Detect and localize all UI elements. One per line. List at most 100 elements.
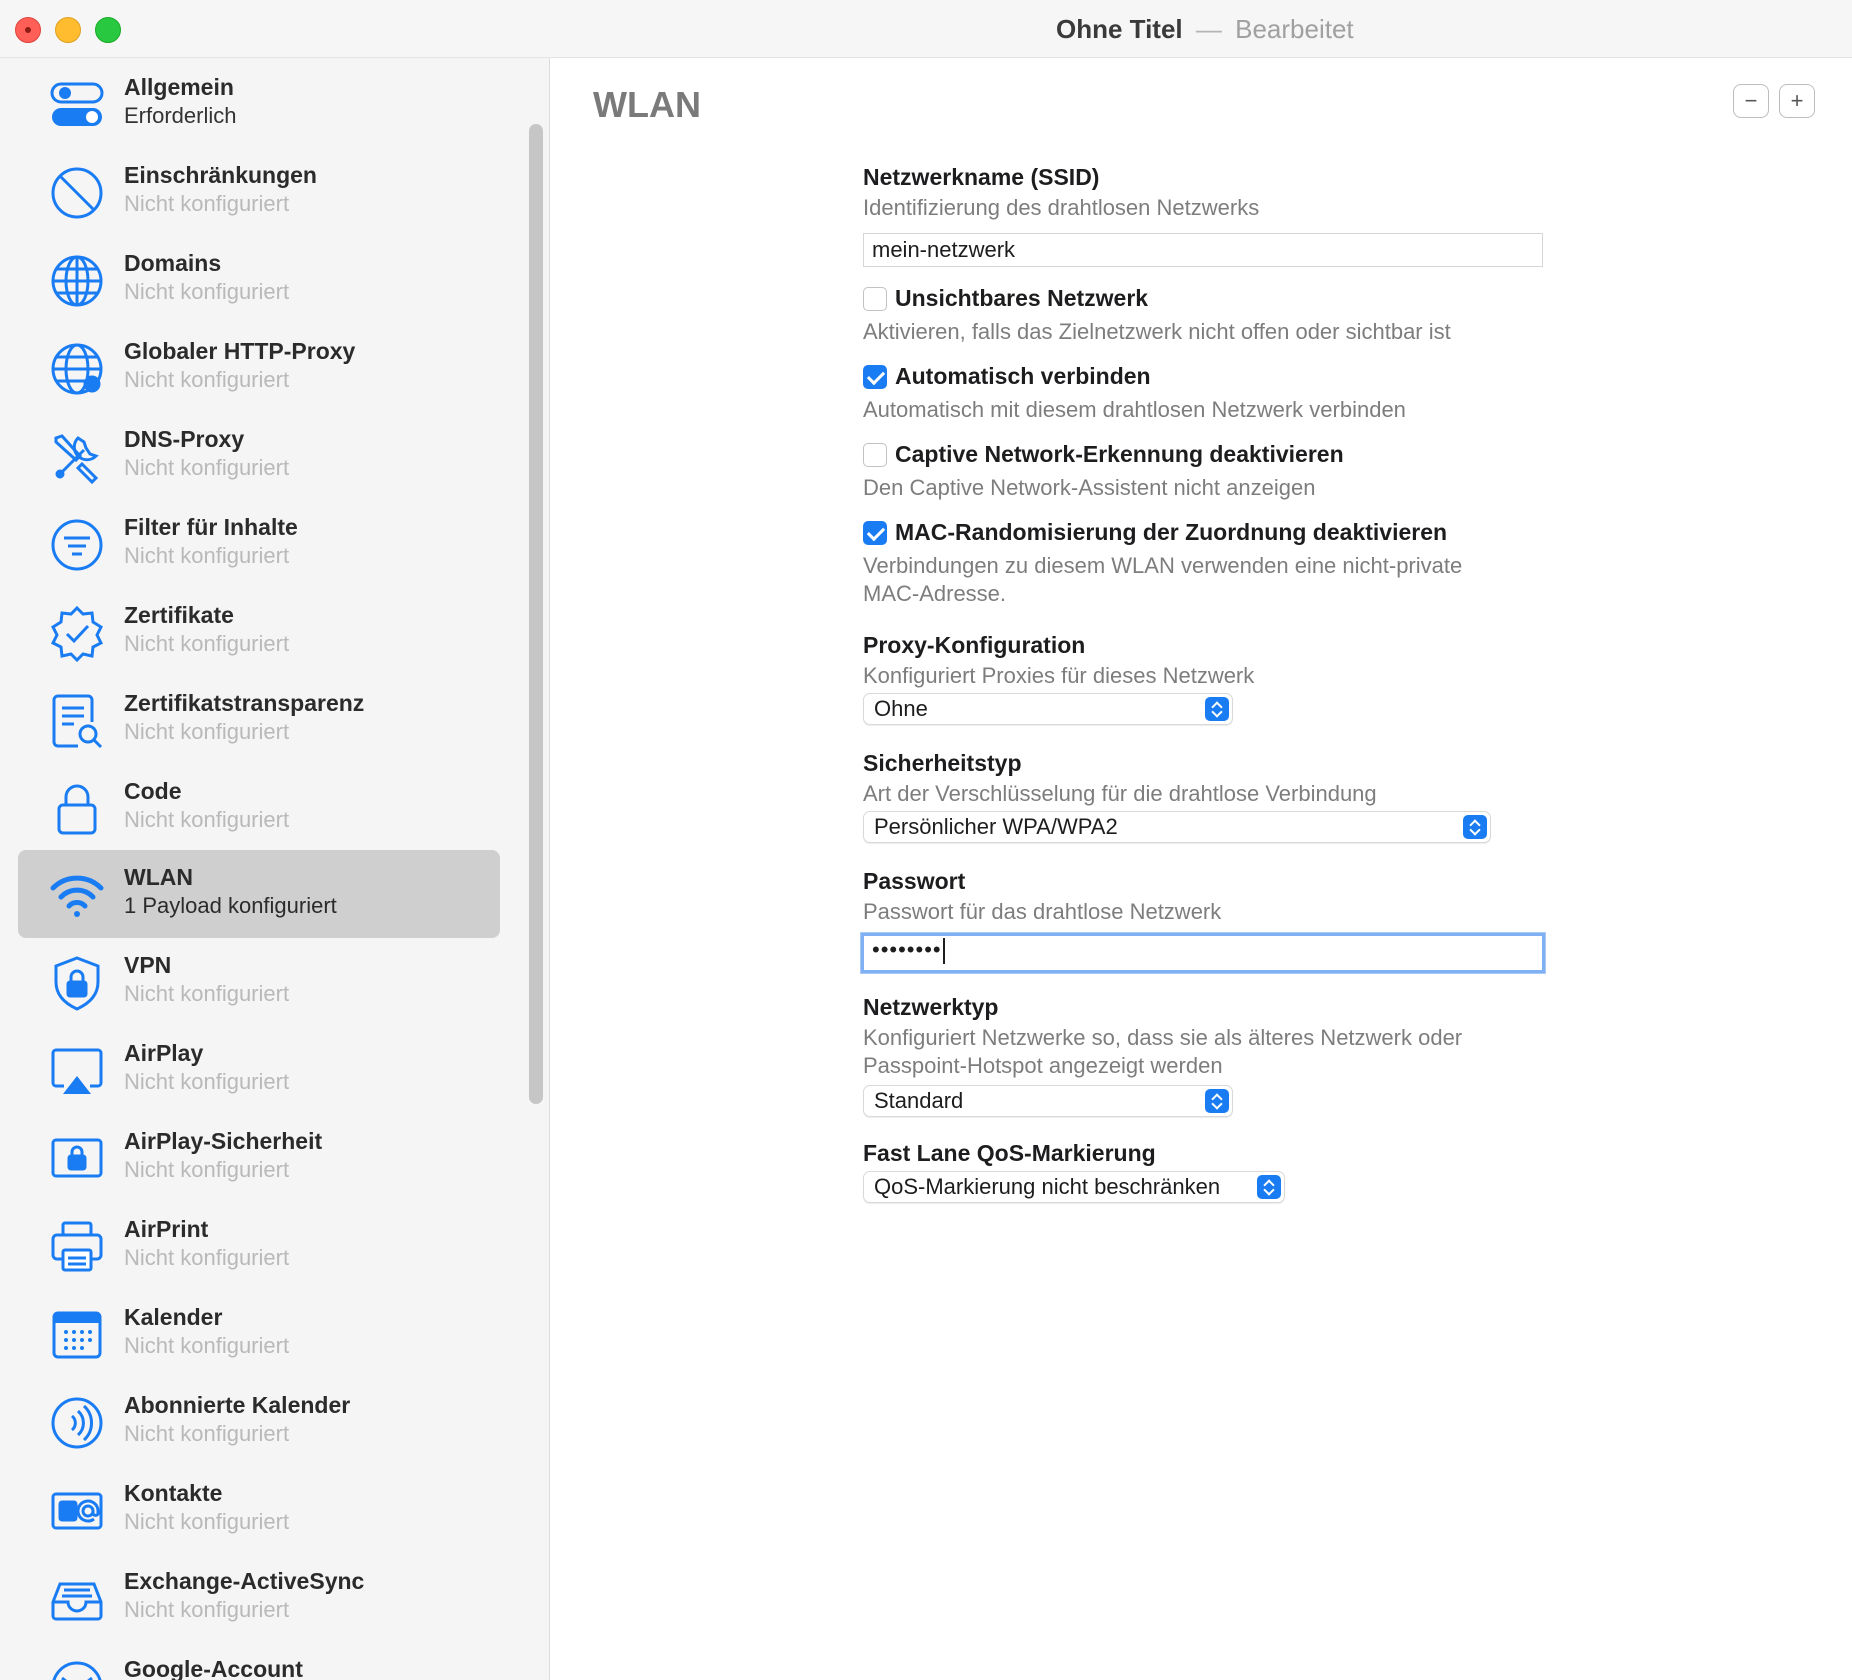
sidebar-item-label: Abonnierte Kalender bbox=[124, 1392, 351, 1418]
mac-randomization-label: MAC-Randomisierung der Zuordnung deaktiv… bbox=[895, 519, 1448, 545]
sidebar-item-label: DNS-Proxy bbox=[124, 426, 245, 452]
calendar-icon bbox=[48, 1306, 106, 1364]
security-type-description: Art der Verschlüsselung für die drahtlos… bbox=[863, 781, 1377, 806]
shield-lock-icon bbox=[48, 954, 106, 1012]
password-input[interactable]: •••••••• bbox=[861, 933, 1545, 973]
sidebar-item-airplay[interactable]: AirPlay Nicht konfiguriert bbox=[18, 1026, 500, 1114]
sidebar-item-airplay-sicherheit[interactable]: AirPlay-Sicherheit Nicht konfiguriert bbox=[18, 1114, 500, 1202]
ssid-label: Netzwerkname (SSID) bbox=[863, 164, 1100, 190]
minimize-window-button[interactable] bbox=[55, 17, 81, 43]
security-type-select[interactable]: Persönlicher WPA/WPA2 bbox=[863, 811, 1491, 843]
security-type-label: Sicherheitstyp bbox=[863, 750, 1022, 776]
sidebar-item-allgemein[interactable]: Allgemein Erforderlich bbox=[18, 60, 500, 148]
sidebar-item-abonnierte-kalender[interactable]: Abonnierte Kalender Nicht konfiguriert bbox=[18, 1378, 500, 1466]
contact-card-icon bbox=[48, 1482, 106, 1540]
sidebar-item-zertifikatstransparenz[interactable]: Zertifikatstransparenz Nicht konfigurier… bbox=[18, 676, 500, 764]
sidebar-item-kalender[interactable]: Kalender Nicht konfiguriert bbox=[18, 1290, 500, 1378]
ssid-value: mein-netzwerk bbox=[872, 237, 1016, 262]
mac-randomization-description: Verbindungen zu diesem WLAN verwenden ei… bbox=[863, 553, 1463, 578]
sidebar-item-label: VPN bbox=[124, 952, 172, 978]
certificate-seal-icon bbox=[48, 604, 106, 662]
sidebar-item-http-proxy[interactable]: Globaler HTTP-Proxy Nicht konfiguriert bbox=[18, 324, 500, 412]
captive-network-checkbox[interactable] bbox=[863, 443, 887, 467]
mac-randomization-description-2: MAC-Adresse. bbox=[863, 581, 1007, 606]
sidebar-item-status: Nicht konfiguriert bbox=[124, 1069, 290, 1094]
select-arrows-icon bbox=[1257, 1175, 1281, 1199]
sidebar-item-einschraenkungen[interactable]: Einschränkungen Nicht konfiguriert bbox=[18, 148, 500, 236]
password-value: •••••••• bbox=[872, 937, 942, 962]
ssid-input[interactable]: mein-netzwerk bbox=[863, 233, 1543, 267]
sidebar-item-status: 1 Payload konfiguriert bbox=[124, 893, 337, 918]
sidebar-item-label: Exchange-ActiveSync bbox=[124, 1568, 365, 1594]
sidebar-item-google-account[interactable]: Google-Account bbox=[18, 1642, 500, 1680]
airplay-lock-icon bbox=[48, 1130, 106, 1188]
sidebar-item-label: Kontakte bbox=[124, 1480, 223, 1506]
sidebar-item-domains[interactable]: Domains Nicht konfiguriert bbox=[18, 236, 500, 324]
sidebar-item-status: Nicht konfiguriert bbox=[124, 543, 290, 568]
auto-join-label: Automatisch verbinden bbox=[895, 363, 1151, 389]
payload-sidebar: Allgemein Erforderlich Einschränkungen N… bbox=[0, 58, 550, 1680]
qos-select[interactable]: QoS-Markierung nicht beschränken bbox=[863, 1171, 1285, 1203]
close-window-button[interactable] bbox=[15, 17, 41, 43]
sidebar-item-status: Nicht konfiguriert bbox=[124, 191, 290, 216]
sidebar-item-status: Nicht konfiguriert bbox=[124, 1245, 290, 1270]
network-globe-icon bbox=[48, 340, 106, 398]
sidebar-item-wlan[interactable]: WLAN 1 Payload konfiguriert bbox=[18, 850, 500, 938]
proxy-value: Ohne bbox=[874, 696, 928, 721]
remove-payload-button[interactable]: − bbox=[1733, 84, 1769, 118]
document-name: Ohne Titel bbox=[1056, 14, 1183, 44]
password-description: Passwort für das drahtlose Netzwerk bbox=[863, 899, 1222, 924]
sidebar-scrollbar[interactable] bbox=[529, 124, 543, 1104]
payload-detail-pane: WLAN − + Netzwerkname (SSID) Identifizie… bbox=[551, 58, 1852, 1680]
prohibited-icon bbox=[48, 164, 106, 222]
hidden-network-checkbox[interactable] bbox=[863, 287, 887, 311]
sidebar-item-status: Nicht konfiguriert bbox=[124, 279, 290, 304]
sidebar-item-status: Nicht konfiguriert bbox=[124, 631, 290, 656]
sidebar-item-status: Nicht konfiguriert bbox=[124, 1597, 290, 1622]
auto-join-checkbox[interactable] bbox=[863, 365, 887, 389]
proxy-select[interactable]: Ohne bbox=[863, 693, 1233, 725]
proxy-label: Proxy-Konfiguration bbox=[863, 632, 1086, 658]
sidebar-item-exchange[interactable]: Exchange-ActiveSync Nicht konfiguriert bbox=[18, 1554, 500, 1642]
select-arrows-icon bbox=[1463, 815, 1487, 839]
network-type-label: Netzwerktyp bbox=[863, 994, 999, 1020]
mac-randomization-checkbox[interactable] bbox=[863, 521, 887, 545]
printer-icon bbox=[48, 1218, 106, 1276]
sidebar-item-vpn[interactable]: VPN Nicht konfiguriert bbox=[18, 938, 500, 1026]
select-arrows-icon bbox=[1205, 697, 1229, 721]
hidden-network-description: Aktivieren, falls das Zielnetzwerk nicht… bbox=[863, 319, 1451, 344]
sidebar-item-kontakte[interactable]: Kontakte Nicht konfiguriert bbox=[18, 1466, 500, 1554]
captive-network-label: Captive Network-Erkennung deaktivieren bbox=[895, 441, 1344, 467]
sidebar-item-label: Zertifikate bbox=[124, 602, 234, 628]
sidebar-item-code[interactable]: Code Nicht konfiguriert bbox=[18, 764, 500, 852]
sidebar-item-status: Nicht konfiguriert bbox=[124, 1421, 290, 1446]
add-payload-button[interactable]: + bbox=[1779, 84, 1815, 118]
password-label: Passwort bbox=[863, 868, 966, 894]
sidebar-item-zertifikate[interactable]: Zertifikate Nicht konfiguriert bbox=[18, 588, 500, 676]
sidebar-item-label: AirPlay-Sicherheit bbox=[124, 1128, 323, 1154]
sidebar-item-label: Einschränkungen bbox=[124, 162, 317, 188]
sidebar-item-label: WLAN bbox=[124, 864, 193, 890]
sidebar-item-label: Zertifikatstransparenz bbox=[124, 690, 365, 716]
document-search-icon bbox=[48, 692, 106, 750]
zoom-window-button[interactable] bbox=[95, 17, 121, 43]
broadcast-icon bbox=[48, 1394, 106, 1452]
sidebar-item-status: Nicht konfiguriert bbox=[124, 1333, 290, 1358]
sidebar-item-status: Erforderlich bbox=[124, 103, 237, 128]
app-window: Ohne Titel — Bearbeitet Allgemein Erford… bbox=[0, 0, 1852, 1680]
title-separator: — bbox=[1195, 14, 1222, 44]
network-type-select[interactable]: Standard bbox=[863, 1085, 1233, 1117]
tools-icon bbox=[48, 428, 106, 486]
sidebar-item-label: Kalender bbox=[124, 1304, 223, 1330]
sidebar-item-airprint[interactable]: AirPrint Nicht konfiguriert bbox=[18, 1202, 500, 1290]
auto-join-description: Automatisch mit diesem drahtlosen Netzwe… bbox=[863, 397, 1406, 422]
sidebar-item-filter[interactable]: Filter für Inhalte Nicht konfiguriert bbox=[18, 500, 500, 588]
airplay-icon bbox=[48, 1042, 106, 1100]
lock-icon bbox=[48, 780, 106, 838]
sidebar-item-status: Nicht konfiguriert bbox=[124, 1157, 290, 1182]
sidebar-item-label: AirPrint bbox=[124, 1216, 209, 1242]
sidebar-item-status: Nicht konfiguriert bbox=[124, 367, 290, 392]
sidebar-item-dns-proxy[interactable]: DNS-Proxy Nicht konfiguriert bbox=[18, 412, 500, 500]
sidebar-item-label: Code bbox=[124, 778, 182, 804]
mail-icon bbox=[48, 1658, 106, 1680]
